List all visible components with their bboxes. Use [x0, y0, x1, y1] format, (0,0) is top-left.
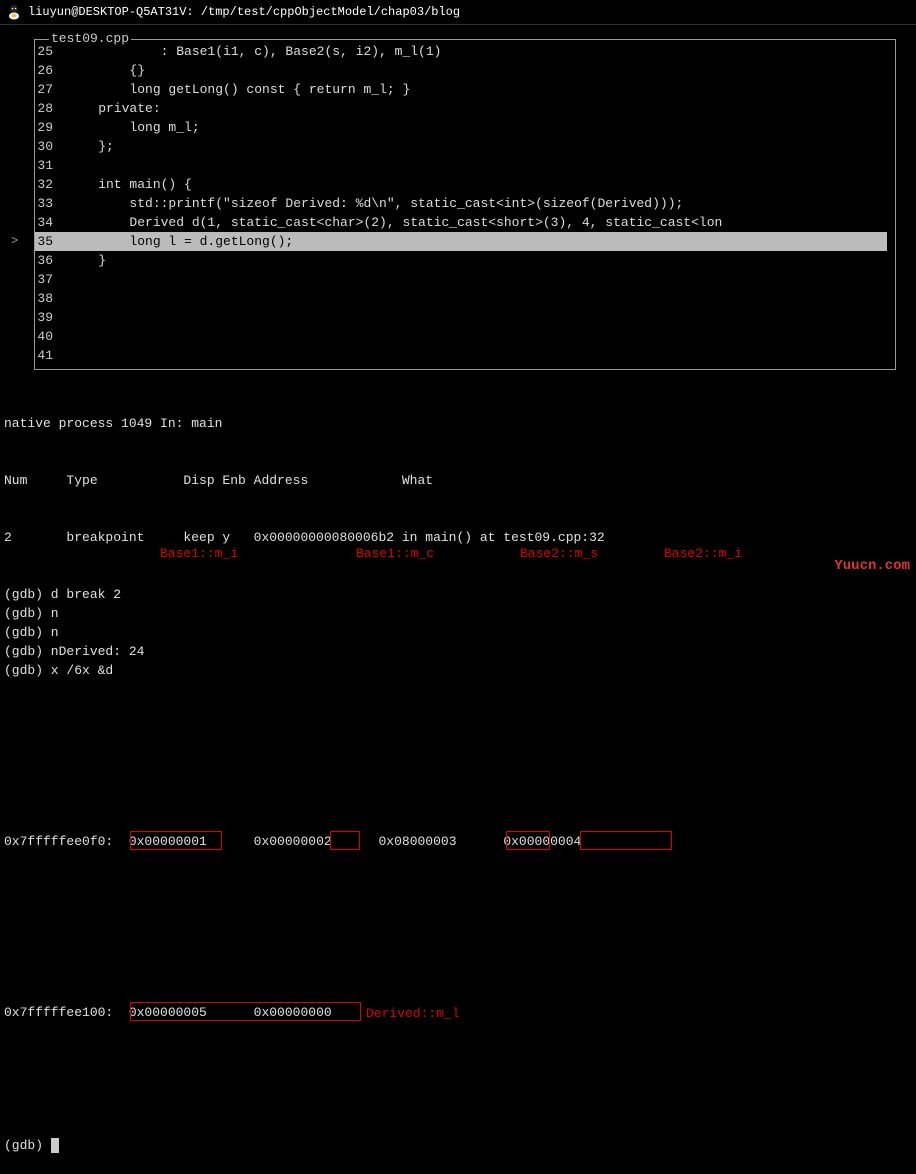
title-text: liuyun@DESKTOP-Q5AT31V: /tmp/test/cppObj… — [28, 5, 460, 19]
line-number: 32 — [35, 175, 67, 194]
gdb-command: (gdb) d break 2 — [4, 585, 912, 604]
code-line[interactable]: 29 long m_l; — [35, 118, 887, 137]
watermark: Yuucn.com — [834, 558, 910, 574]
line-number: 27 — [35, 80, 67, 99]
code-text — [67, 289, 887, 308]
code-line[interactable]: 26 {} — [35, 61, 887, 80]
code-text — [67, 308, 887, 327]
code-text: std::printf("sizeof Derived: %d\n", stat… — [67, 194, 887, 213]
line-number: 36 — [35, 251, 67, 270]
memory-row-0: 0x7fffffee0f0: 0x00000001 0x00000002 0x0… — [4, 832, 912, 946]
line-number: 30 — [35, 137, 67, 156]
code-line[interactable]: 31 — [35, 156, 887, 175]
code-line[interactable]: 32 int main() { — [35, 175, 887, 194]
line-number: 29 — [35, 118, 67, 137]
label-base2-ms: Base2::m_s — [520, 544, 598, 563]
code-line[interactable]: 28 private: — [35, 99, 887, 118]
box-base2-mi — [580, 831, 672, 850]
label-derived-ml: Derived::m_l — [366, 1004, 460, 1023]
label-base1-mi: Base1::m_i — [160, 544, 238, 563]
code-text — [67, 327, 887, 346]
current-line-marker-icon: > — [11, 232, 18, 251]
line-number: 34 — [35, 213, 67, 232]
code-text: long getLong() const { return m_l; } — [67, 80, 887, 99]
bp-row: 2 breakpoint keep y 0x00000000080006b2 i… — [4, 528, 912, 547]
code-line[interactable]: >35 long l = d.getLong(); — [35, 232, 887, 251]
line-number: 37 — [35, 270, 67, 289]
line-number: 31 — [35, 156, 67, 175]
code-line[interactable]: 37 — [35, 270, 887, 289]
gdb-prompt[interactable]: (gdb) — [4, 1136, 912, 1155]
code-line[interactable]: 33 std::printf("sizeof Derived: %d\n", s… — [35, 194, 887, 213]
line-number: 40 — [35, 327, 67, 346]
line-number: 39 — [35, 308, 67, 327]
window-titlebar: liuyun@DESKTOP-Q5AT31V: /tmp/test/cppObj… — [0, 0, 916, 25]
gdb-output[interactable]: native process 1049 In: main Num Type Di… — [0, 376, 916, 1174]
code-line[interactable]: 40 — [35, 327, 887, 346]
code-line[interactable]: 27 long getLong() const { return m_l; } — [35, 80, 887, 99]
gdb-command: (gdb) n — [4, 604, 912, 623]
code-text: : Base1(i1, c), Base2(s, i2), m_l(1) — [67, 42, 887, 61]
gdb-command: (gdb) nDerived: 24 — [4, 642, 912, 661]
code-line[interactable]: 30 }; — [35, 137, 887, 156]
line-number: 28 — [35, 99, 67, 118]
code-line[interactable]: 38 — [35, 289, 887, 308]
code-text: long l = d.getLong(); — [67, 232, 887, 251]
tux-icon — [6, 4, 22, 20]
gdb-command: (gdb) n — [4, 623, 912, 642]
status-line: native process 1049 In: main — [4, 414, 912, 433]
code-line[interactable]: 34 Derived d(1, static_cast<char>(2), st… — [35, 213, 887, 232]
code-editor[interactable]: test09.cpp 25 : Base1(i1, c), Base2(s, i… — [0, 25, 916, 376]
line-number: 41 — [35, 346, 67, 365]
filename-label: test09.cpp — [49, 31, 131, 46]
code-text: long m_l; — [67, 118, 887, 137]
bp-header: Num Type Disp Enb Address What — [4, 471, 912, 490]
code-line[interactable]: 41 — [35, 346, 887, 365]
code-text: }; — [67, 137, 887, 156]
line-number: 26 — [35, 61, 67, 80]
code-text — [67, 156, 887, 175]
code-text: {} — [67, 61, 887, 80]
line-number: 33 — [35, 194, 67, 213]
code-line[interactable]: 25 : Base1(i1, c), Base2(s, i2), m_l(1) — [35, 42, 887, 61]
label-base2-mi: Base2::m_i — [664, 544, 742, 563]
code-text: private: — [67, 99, 887, 118]
code-text: int main() { — [67, 175, 887, 194]
code-text: } — [67, 251, 887, 270]
line-number: 38 — [35, 289, 67, 308]
code-text — [67, 346, 887, 365]
code-text — [67, 270, 887, 289]
cursor-icon — [51, 1138, 59, 1153]
code-line[interactable]: 39 — [35, 308, 887, 327]
code-text: Derived d(1, static_cast<char>(2), stati… — [67, 213, 887, 232]
line-number: 35 — [35, 232, 67, 251]
memory-row-1: 0x7fffffee100: 0x00000005 0x00000000 Der… — [4, 1003, 912, 1079]
label-base1-mc: Base1::m_c — [356, 544, 434, 563]
box-base1-mc — [330, 831, 360, 850]
code-line[interactable]: 36 } — [35, 251, 887, 270]
gdb-command: (gdb) x /6x &d — [4, 661, 912, 680]
